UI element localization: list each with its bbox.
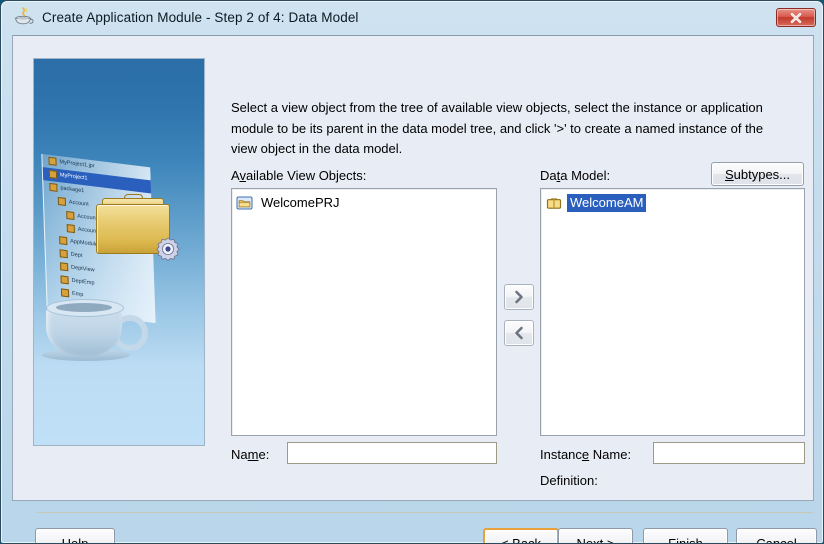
application-module-briefcase-icon (545, 195, 563, 211)
banner-tree-node-icon (60, 261, 69, 271)
available-view-objects-label: Available View Objects: (231, 168, 367, 183)
close-icon[interactable] (776, 8, 816, 27)
coffee-cup-graphic (42, 297, 148, 365)
instruction-text: Select a view object from the tree of av… (231, 100, 764, 156)
instance-name-label: Instance Name: (540, 447, 632, 462)
finish-button[interactable]: Finish (643, 528, 728, 543)
banner-tree-node-icon (49, 182, 58, 192)
banner-tree-node-icon (66, 223, 75, 233)
tree-item[interactable]: WelcomePRJ (236, 193, 496, 212)
available-view-objects-tree[interactable]: WelcomePRJ (231, 188, 497, 436)
name-input[interactable] (287, 442, 497, 464)
help-button[interactable]: Help (35, 528, 115, 543)
wizard-banner-image: MyProject1.jpr MyProject1 package1 Account A… (33, 58, 205, 446)
chevron-right-icon[interactable] (504, 284, 534, 310)
banner-tree-node-icon (48, 156, 57, 166)
tree-item-label: WelcomeAM (567, 193, 647, 212)
definition-label: Definition: (540, 473, 598, 488)
next-button[interactable]: Next > (558, 528, 633, 543)
banner-tree-node-icon (66, 210, 75, 220)
banner-tree-node-icon (60, 274, 69, 284)
dialog-content: MyProject1.jpr MyProject1 package1 Account A… (12, 35, 817, 543)
instance-name-input[interactable] (653, 442, 805, 464)
footer-divider (37, 512, 813, 513)
gear-icon (154, 235, 182, 263)
subtypes-button[interactable]: Subtypes... (711, 162, 804, 186)
dialog-window: Create Application Module - Step 2 of 4:… (0, 0, 824, 544)
data-model-tree[interactable]: WelcomeAM (540, 188, 805, 436)
banner-tree-node-icon (57, 196, 67, 206)
java-coffee-cup-icon (13, 6, 35, 28)
banner-tree-node-icon (59, 235, 68, 245)
cancel-button[interactable]: Cancel (736, 528, 817, 543)
title-bar: Create Application Module - Step 2 of 4:… (1, 1, 823, 33)
name-label: Name: (231, 447, 270, 462)
folder-icon (236, 195, 254, 211)
tree-item-label: WelcomePRJ (261, 194, 340, 210)
banner-tree-node-icon (48, 169, 58, 179)
tree-item[interactable]: WelcomeAM (545, 193, 804, 212)
back-button[interactable]: < Back (483, 528, 559, 543)
chevron-left-icon[interactable] (504, 320, 534, 346)
data-model-label: Data Model: (540, 168, 611, 183)
banner-tree-node-icon (59, 248, 68, 258)
banner-tree-node-icon (60, 287, 70, 297)
window-title: Create Application Module - Step 2 of 4:… (42, 9, 359, 25)
